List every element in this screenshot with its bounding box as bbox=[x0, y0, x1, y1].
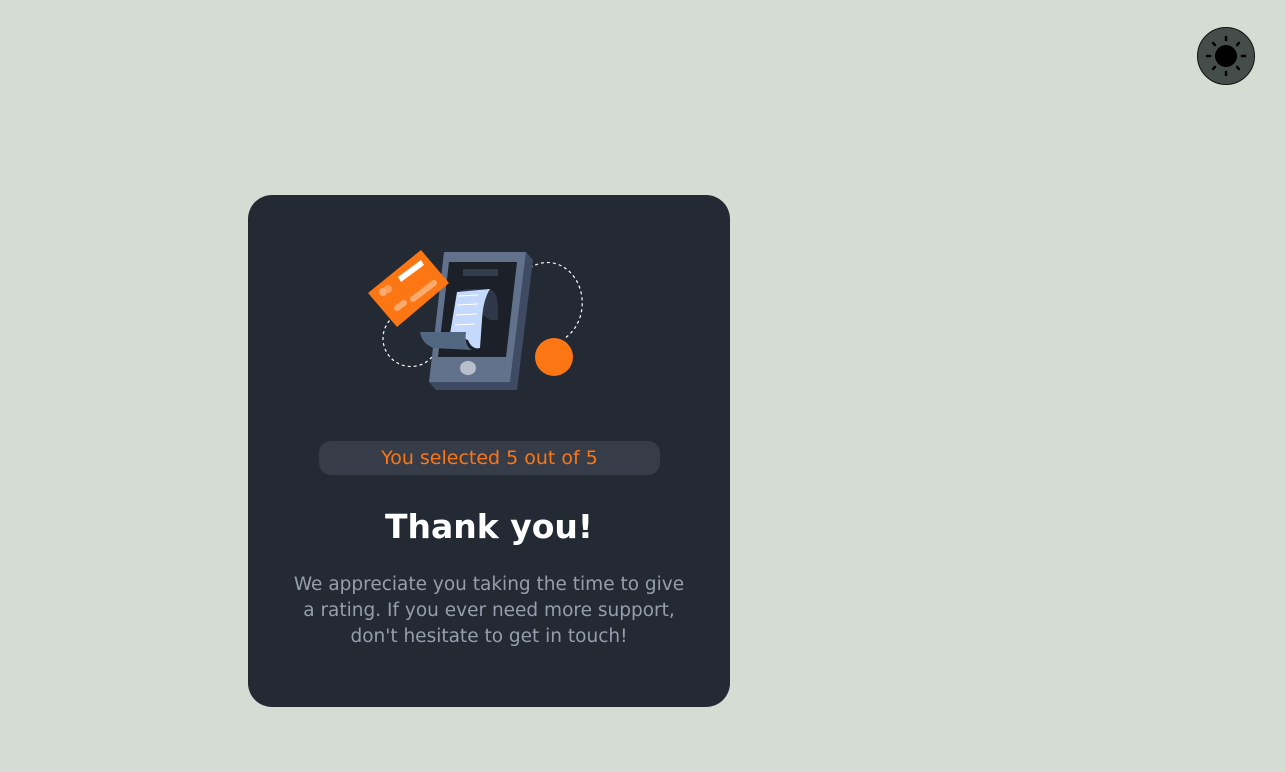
selected-rating-badge: You selected 5 out of 5 bbox=[319, 441, 660, 475]
phone-payment-illustration bbox=[368, 250, 583, 390]
thank-you-description: We appreciate you taking the time to giv… bbox=[293, 574, 685, 647]
sun-icon bbox=[1205, 35, 1247, 77]
thank-you-title: Thank you! bbox=[385, 507, 593, 546]
thank-you-card: You selected 5 out of 5 Thank you! We ap… bbox=[248, 195, 730, 707]
theme-toggle-button[interactable] bbox=[1197, 27, 1255, 85]
